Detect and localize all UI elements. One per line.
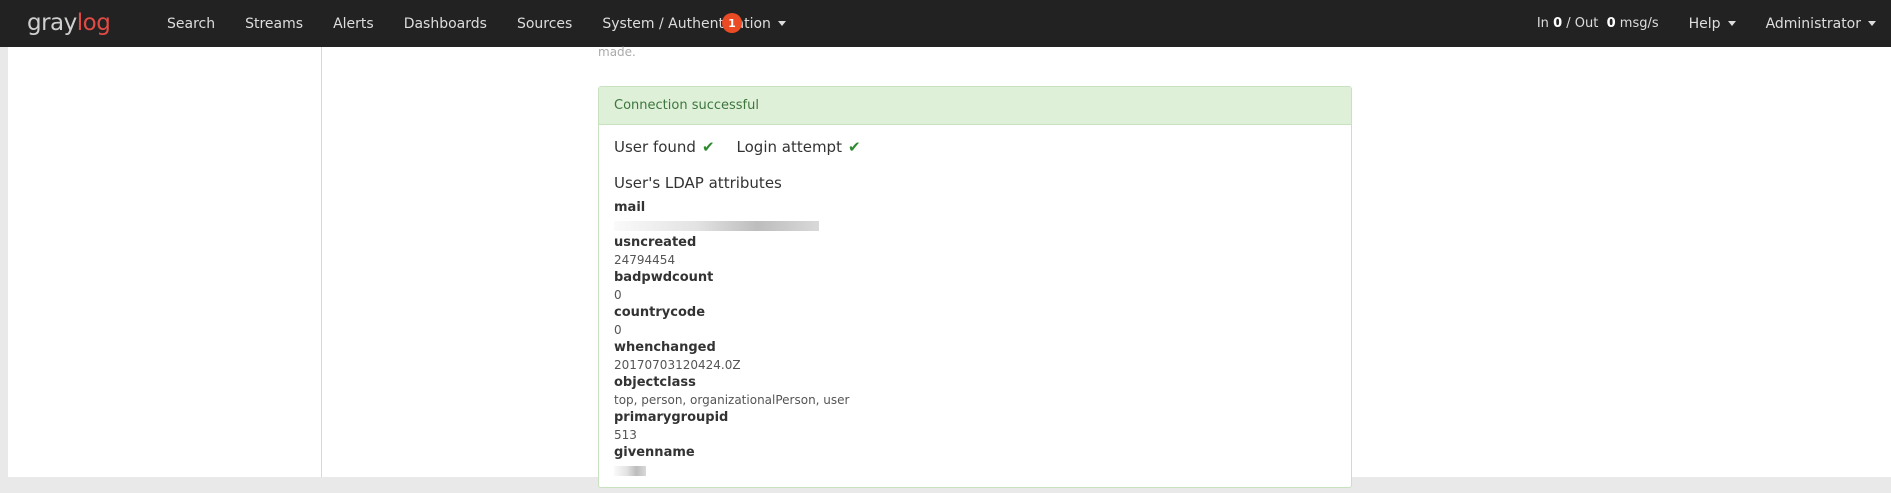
attribute-name: givenname — [614, 445, 695, 460]
user-menu[interactable]: Administrator — [1751, 0, 1891, 47]
check-results: User found ✔ Login attempt ✔ — [614, 138, 1336, 156]
caret-down-icon — [1727, 21, 1736, 26]
connection-result-panel: Connection successful User found ✔ Login… — [598, 86, 1352, 488]
attribute-name: objectclass — [614, 375, 696, 390]
nav-system-menu[interactable]: System / Authentication — [587, 0, 801, 47]
throughput-indicator[interactable]: In 0 / Out 0 msg/s — [1522, 0, 1674, 47]
user-found-check: User found ✔ — [614, 138, 715, 156]
connection-result-body: User found ✔ Login attempt ✔ User's LDAP… — [599, 125, 1351, 493]
throughput-unit: msg/s — [1615, 16, 1659, 31]
brand-accent-text: log — [76, 10, 111, 36]
throughput-in-label: In — [1536, 16, 1549, 31]
user-found-label: User found — [614, 138, 696, 156]
attribute-name: mail — [614, 200, 646, 215]
graylog-logo[interactable]: gray log — [27, 9, 111, 37]
throughput-out-value: 0 — [1606, 16, 1616, 31]
attribute-value: top, person, organizationalPerson, user — [614, 393, 850, 407]
attribute-value: 24794454 — [614, 253, 676, 267]
ldap-attributes-title: User's LDAP attributes — [614, 174, 782, 192]
attribute-name: badpwdcount — [614, 270, 714, 285]
connection-status-heading: Connection successful — [599, 87, 1351, 125]
system-menu-label: System / Authentication — [602, 15, 771, 32]
checkmark-icon: ✔ — [701, 138, 715, 156]
main-nav: Search Streams Alerts Dashboards Sources… — [152, 0, 801, 47]
attribute-name: whenchanged — [614, 340, 716, 355]
redacted-value — [614, 220, 819, 231]
help-menu[interactable]: Help — [1674, 0, 1751, 47]
attribute-value: 20170703120424.0Z — [614, 358, 741, 372]
top-navbar: gray log Search Streams Alerts Dashboards… — [0, 0, 1891, 47]
attribute-value: 513 — [614, 428, 637, 442]
login-attempt-check: Login attempt ✔ — [737, 138, 861, 156]
throughput-in-value: 0 — [1553, 16, 1563, 31]
nav-search[interactable]: Search — [152, 0, 230, 47]
attribute-value: 0 — [614, 288, 622, 302]
login-attempt-label: Login attempt — [736, 138, 842, 156]
nav-alerts[interactable]: Alerts — [318, 0, 389, 47]
attribute-value: 0 — [614, 323, 622, 337]
nav-sources[interactable]: Sources — [502, 0, 587, 47]
brand-text: gray — [27, 10, 77, 36]
attribute-value-redacted — [614, 461, 1336, 479]
throughput-sep: / Out — [1562, 16, 1603, 31]
notification-badge[interactable]: 1 — [722, 13, 742, 33]
checkmark-icon: ✔ — [847, 138, 861, 156]
sidebar-column — [8, 47, 322, 477]
ldap-attribute-list: mail usncreated 24794454 badpwdcount 0 c… — [614, 200, 1336, 479]
attribute-name: countrycode — [614, 305, 706, 320]
help-menu-label: Help — [1688, 15, 1721, 32]
redacted-value — [614, 465, 646, 476]
caret-down-icon — [777, 21, 786, 26]
help-text-fragment: made. — [598, 45, 636, 59]
attribute-name: usncreated — [614, 235, 697, 250]
caret-down-icon — [1868, 21, 1876, 26]
attribute-value-redacted — [614, 216, 1336, 234]
user-menu-label: Administrator — [1765, 15, 1861, 32]
attribute-name: primarygroupid — [614, 410, 729, 425]
nav-streams[interactable]: Streams — [230, 0, 318, 47]
nav-dashboards[interactable]: Dashboards — [389, 0, 502, 47]
nav-right: In 0 / Out 0 msg/s Help Administrator — [1522, 0, 1891, 47]
